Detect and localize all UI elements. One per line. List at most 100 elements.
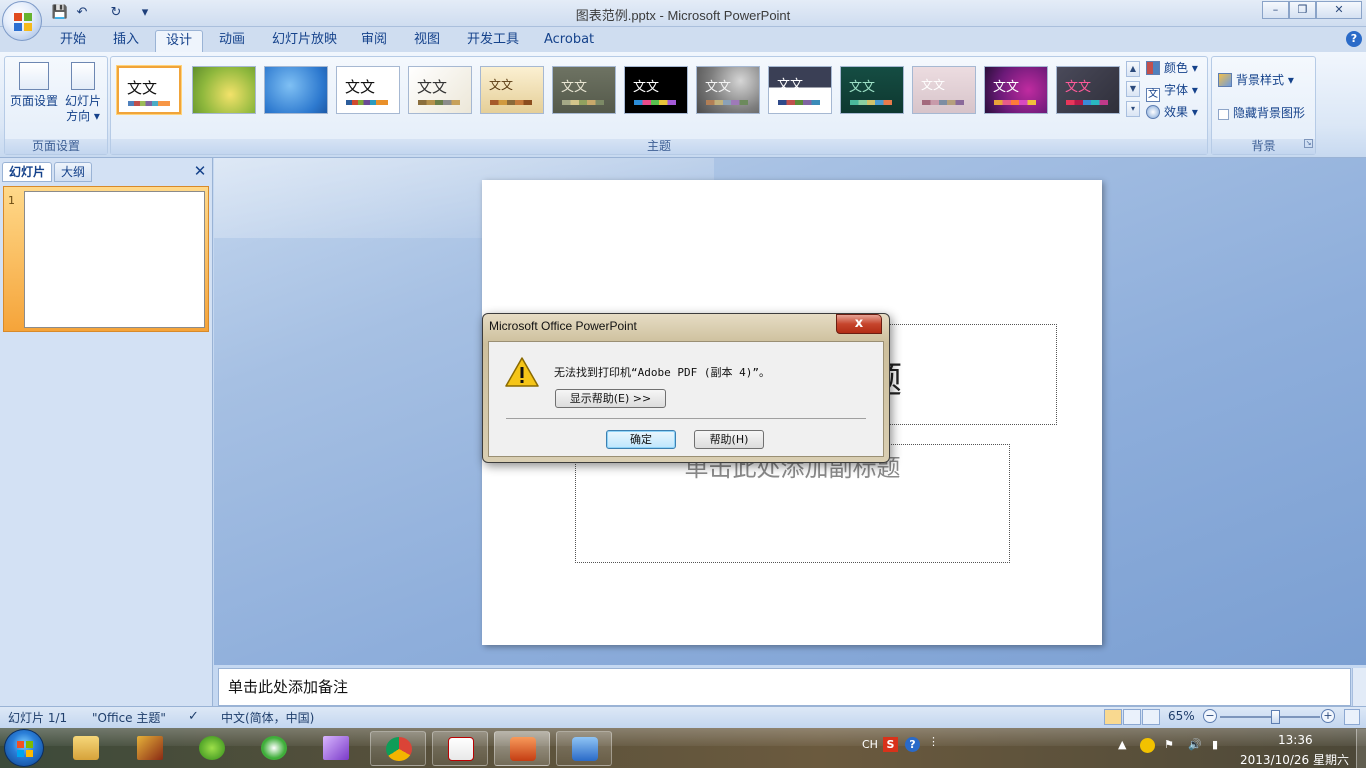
clock-time[interactable]: 13:36 [1278, 733, 1313, 747]
fit-to-window-icon[interactable] [1344, 709, 1360, 725]
spell-check-icon[interactable]: ✓ [188, 709, 204, 724]
start-button[interactable] [4, 729, 44, 767]
tab-outline[interactable]: 大纲 [54, 162, 93, 182]
tab-view[interactable]: 视图 [404, 30, 450, 52]
theme-office[interactable]: 文文 [117, 66, 181, 114]
tab-acrobat[interactable]: Acrobat [534, 30, 604, 52]
taskbar-app-parrot[interactable] [184, 731, 240, 766]
tab-slides[interactable]: 幻灯片 [2, 162, 53, 182]
tray-options-icon[interactable]: ⋮ [928, 735, 939, 748]
powerpoint-icon [510, 737, 536, 761]
sogou-icon[interactable]: S [883, 737, 898, 752]
help-icon[interactable]: ? [1346, 31, 1362, 47]
show-hidden-icons[interactable]: ▲ [1118, 738, 1126, 751]
theme-scroll-up-icon[interactable]: ▲ [1126, 61, 1140, 77]
theme-black[interactable]: 文文 [624, 66, 688, 114]
taskbar-powerpoint[interactable] [494, 731, 550, 766]
theme-olive[interactable]: 文文 [552, 66, 616, 114]
orientation-label-line1: 幻灯片 [64, 94, 101, 108]
show-help-button[interactable]: 显示帮助(E) >> [555, 389, 666, 408]
colors-icon [1146, 61, 1160, 75]
close-pane-icon[interactable]: ✕ [192, 163, 208, 179]
taskbar-acrobat[interactable] [432, 731, 488, 766]
theme-purple[interactable]: 文文 [984, 66, 1048, 114]
help-tray-icon[interactable]: ? [905, 737, 920, 752]
colors-button[interactable]: 颜色 ▾ [1146, 58, 1198, 78]
normal-view-icon[interactable] [1104, 709, 1122, 725]
acrobat-icon [448, 737, 474, 761]
slideshow-view-icon[interactable] [1142, 709, 1160, 725]
tab-insert[interactable]: 插入 [103, 30, 149, 52]
status-bar [0, 706, 1366, 728]
theme-scroll-down-icon[interactable]: ▼ [1126, 81, 1140, 97]
theme-green-floral[interactable] [192, 66, 256, 114]
taskbar-app-feather[interactable] [308, 731, 364, 766]
page-setup-group-label: 页面设置 [5, 139, 107, 154]
tab-animations[interactable]: 动画 [209, 30, 255, 52]
zoom-level[interactable]: 65% [1168, 709, 1195, 723]
theme-sample-text: 文文 [345, 78, 376, 96]
background-styles-button[interactable]: 背景样式 ▾ [1218, 70, 1294, 90]
theme-blue-pattern[interactable] [264, 66, 328, 114]
taskbar-remote-app[interactable] [556, 731, 612, 766]
hide-background-checkbox[interactable]: 隐藏背景图形 [1218, 103, 1305, 123]
theme-paper[interactable]: 文文 [408, 66, 472, 114]
theme-sample-text: 文文 [921, 78, 946, 92]
page-setup-button[interactable]: 页面设置 [7, 60, 61, 130]
office-button[interactable] [2, 1, 42, 41]
effects-button[interactable]: 效果 ▾ [1146, 102, 1198, 122]
help-button[interactable]: 帮助(H) [694, 430, 764, 449]
theme-teal[interactable]: 文文 [840, 66, 904, 114]
effects-icon [1146, 105, 1160, 119]
close-button[interactable]: ✕ [1316, 1, 1362, 19]
dialog-launcher-icon[interactable]: ↘ [1304, 139, 1313, 148]
tray-app-icon[interactable] [1140, 738, 1155, 753]
notes-placeholder-text: 单击此处添加备注 [228, 678, 349, 696]
tab-design[interactable]: 设计 [155, 30, 204, 52]
notes-pane[interactable] [218, 668, 1351, 706]
parrot-icon [199, 736, 225, 760]
colors-label: 颜色 ▾ [1164, 61, 1198, 75]
dialog-separator [506, 418, 866, 419]
zoom-out-icon[interactable]: − [1203, 709, 1217, 723]
tab-review[interactable]: 审阅 [351, 30, 397, 52]
theme-tan[interactable]: 文文 [480, 66, 544, 114]
taskbar-app-2[interactable] [122, 731, 178, 766]
dialog-close-button[interactable]: x [836, 314, 882, 334]
fonts-button[interactable]: 文字体 ▾ [1146, 80, 1198, 102]
tab-slideshow[interactable]: 幻灯片放映 [262, 30, 347, 52]
maximize-button[interactable]: ❐ [1289, 1, 1316, 19]
network-icon[interactable]: ▮ [1212, 738, 1218, 751]
slide-sorter-view-icon[interactable] [1123, 709, 1141, 725]
volume-icon[interactable]: 🔊 [1188, 738, 1202, 751]
input-method-indicator[interactable]: CH [862, 738, 878, 751]
tab-home[interactable]: 开始 [50, 30, 96, 52]
language-status[interactable]: 中文(简体，中国) [221, 709, 314, 726]
tab-developer[interactable]: 开发工具 [457, 30, 529, 52]
theme-dark-pink[interactable]: 文文 [1056, 66, 1120, 114]
minimize-button[interactable]: – [1262, 1, 1289, 19]
action-center-icon[interactable]: ⚑ [1164, 738, 1174, 751]
theme-status[interactable]: "Office 主题" [92, 709, 166, 726]
windows-logo-icon [17, 741, 33, 757]
theme-plain-white[interactable]: 文文 [336, 66, 400, 114]
warning-icon [505, 357, 539, 387]
show-desktop-button[interactable] [1356, 729, 1366, 768]
taskbar-app-r[interactable] [246, 731, 302, 766]
taskbar-chrome[interactable] [370, 731, 426, 766]
zoom-slider-thumb[interactable] [1270, 710, 1280, 724]
theme-gray-metal[interactable]: 文文 [696, 66, 760, 114]
theme-dark-band[interactable]: 文文 [768, 66, 832, 114]
theme-more-icon[interactable]: ▾ [1126, 101, 1140, 117]
theme-rose[interactable]: 文文 [912, 66, 976, 114]
theme-sample-text: 文文 [633, 80, 660, 95]
notes-scrollbar[interactable] [1352, 668, 1366, 706]
zoom-in-icon[interactable]: + [1321, 709, 1335, 723]
background-styles-label: 背景样式 ▾ [1236, 73, 1294, 87]
ok-button[interactable]: 确定 [606, 430, 676, 449]
taskbar-explorer[interactable] [58, 731, 114, 766]
slide-orientation-button[interactable]: 幻灯片 方向 ▾ [56, 60, 110, 130]
clock-date[interactable]: 2013/10/26 星期六 [1240, 751, 1349, 768]
slide-thumbnail[interactable] [24, 191, 205, 328]
slide-orientation-icon [71, 62, 95, 90]
